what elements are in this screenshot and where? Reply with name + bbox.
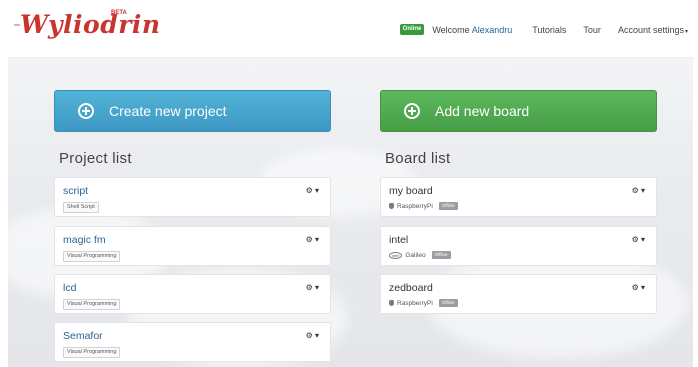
board-name[interactable]: intel: [389, 234, 408, 246]
user-name-link[interactable]: Alexandru: [472, 25, 513, 35]
project-name-link[interactable]: lcd: [63, 282, 76, 294]
board-status-badge: Offline: [431, 251, 451, 259]
intel-icon: intel: [389, 251, 403, 259]
board-platform: RaspberryPi Offline: [389, 202, 458, 210]
gear-icon[interactable]: ⚙ ▾: [306, 186, 319, 195]
plus-circle-icon: [404, 103, 420, 119]
project-card[interactable]: Semafor Visual Programming ⚙ ▾: [54, 322, 331, 362]
project-card[interactable]: magic fm Visual Programming ⚙ ▾: [54, 226, 331, 266]
board-card[interactable]: intel intel Galileo Offline ⚙ ▾: [380, 226, 657, 266]
gear-icon[interactable]: ⚙ ▾: [632, 186, 645, 195]
board-platform-name: RaspberryPi: [397, 202, 433, 210]
project-type-tag: Visual Programming: [63, 347, 121, 358]
project-name-link[interactable]: Semafor: [63, 330, 103, 342]
status-badge: Online: [399, 24, 425, 35]
project-card[interactable]: lcd Visual Programming ⚙ ▾: [54, 274, 331, 314]
gear-icon[interactable]: ⚙ ▾: [632, 235, 645, 244]
raspberry-pi-icon: [389, 300, 394, 306]
project-name-link[interactable]: script: [63, 185, 88, 197]
nav-links: Online Welcome Alexandru Tutorials Tour …: [399, 24, 688, 35]
gear-icon[interactable]: ⚙ ▾: [306, 283, 319, 292]
board-status-badge: Offline: [438, 299, 458, 307]
gear-icon[interactable]: ⚙ ▾: [306, 235, 319, 244]
board-name[interactable]: zedboard: [389, 282, 433, 294]
raspberry-pi-icon: [389, 203, 394, 209]
welcome-message: Welcome Alexandru: [432, 25, 512, 35]
project-type-tag: Shell Script: [63, 202, 99, 213]
logo-text: Wyliodrin: [20, 10, 161, 39]
account-settings-label: Account settings: [617, 24, 684, 35]
add-board-label: Add new board: [435, 103, 530, 119]
project-name-link[interactable]: magic fm: [63, 234, 106, 246]
board-status-badge: Offline: [438, 202, 458, 210]
create-project-button[interactable]: Create new project: [54, 90, 331, 132]
project-card[interactable]: script Shell Script ⚙ ▾: [54, 177, 331, 217]
navbar: sss Wyliodrin BETA Online Welcome Alexan…: [0, 0, 698, 56]
board-platform-name: Galileo: [405, 251, 426, 259]
board-platform: RaspberryPi Offline: [389, 299, 458, 307]
board-platform-name: RaspberryPi: [397, 299, 433, 307]
logo-beta: BETA: [111, 10, 127, 16]
create-project-label: Create new project: [109, 103, 227, 119]
board-list-title: Board list: [385, 150, 451, 167]
project-type-tag: Visual Programming: [63, 299, 121, 310]
chevron-down-icon: ▾: [684, 28, 688, 35]
welcome-prefix: Welcome: [432, 24, 470, 35]
project-list-title: Project list: [59, 150, 132, 167]
wyliodrin-logo[interactable]: sss Wyliodrin BETA: [14, 6, 160, 46]
board-card[interactable]: my board RaspberryPi Offline ⚙ ▾: [380, 177, 657, 217]
gear-icon[interactable]: ⚙ ▾: [632, 283, 645, 292]
board-platform: intel Galileo Offline: [389, 251, 451, 259]
account-settings-dropdown[interactable]: Account settings▾: [618, 25, 688, 35]
gear-icon[interactable]: ⚙ ▾: [306, 331, 319, 340]
project-type-tag: Visual Programming: [63, 251, 121, 262]
tutorials-link[interactable]: Tutorials: [532, 25, 566, 35]
add-board-button[interactable]: Add new board: [380, 90, 657, 132]
board-card[interactable]: zedboard RaspberryPi Offline ⚙ ▾: [380, 274, 657, 314]
tour-link[interactable]: Tour: [583, 25, 601, 35]
board-name[interactable]: my board: [389, 185, 433, 197]
plus-circle-icon: [78, 103, 94, 119]
